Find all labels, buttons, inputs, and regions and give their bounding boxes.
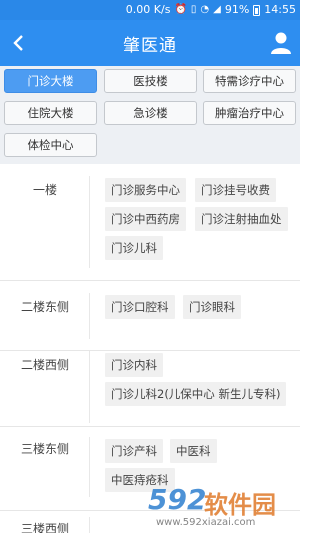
tab-physical-exam-center[interactable]: 体检中心 bbox=[4, 133, 97, 157]
tab-oncology-center[interactable]: 肿瘤治疗中心 bbox=[203, 101, 296, 125]
watermark-number: 592 bbox=[148, 483, 207, 516]
status-bar: 0.00 K/s ⏰ ▯ ◔ ◢ 91% 14:55 bbox=[0, 0, 300, 20]
user-profile-button[interactable] bbox=[270, 31, 292, 55]
tab-label: 医技楼 bbox=[133, 74, 168, 88]
watermark-url: www.592xiazai.com bbox=[156, 517, 256, 528]
department-chip[interactable]: 门诊挂号收费 bbox=[195, 178, 276, 202]
floor-label: 三楼东侧 bbox=[20, 442, 69, 456]
alarm-icon: ⏰ bbox=[174, 4, 187, 15]
tab-special-care-center[interactable]: 特需诊疗中心 bbox=[203, 69, 296, 93]
tab-medical-tech-building[interactable]: 医技楼 bbox=[104, 69, 197, 93]
chevron-left-icon bbox=[13, 35, 23, 51]
department-chip[interactable]: 门诊注射抽血处 bbox=[195, 207, 288, 231]
floor-label: 二楼东侧 bbox=[20, 300, 69, 314]
department-chip[interactable]: 门诊眼科 bbox=[183, 295, 241, 319]
app-bar: 肇医通 bbox=[0, 20, 300, 66]
user-icon bbox=[271, 32, 291, 54]
department-chip[interactable]: 门诊产科 bbox=[105, 439, 163, 463]
divider bbox=[89, 176, 90, 268]
divider bbox=[89, 293, 90, 339]
floor-row: 一楼 门诊服务中心 门诊挂号收费 门诊中西药房 门诊注射抽血处 门诊儿科 bbox=[0, 164, 300, 280]
floor-list[interactable]: 一楼 门诊服务中心 门诊挂号收费 门诊中西药房 门诊注射抽血处 门诊儿科 二楼东… bbox=[0, 164, 300, 533]
signal-icon: ◢ bbox=[213, 4, 221, 15]
divider bbox=[89, 437, 90, 497]
tab-label: 特需诊疗中心 bbox=[215, 74, 284, 88]
floor-label: 三楼西侧 bbox=[20, 522, 69, 533]
watermark-logo: 592 软件园 www.592xiazai.com bbox=[148, 483, 298, 531]
department-chip[interactable]: 门诊中西药房 bbox=[105, 207, 186, 231]
clock: 14:55 bbox=[264, 3, 296, 16]
tab-label: 门诊大楼 bbox=[27, 74, 74, 88]
tab-label: 肿瘤治疗中心 bbox=[215, 106, 284, 120]
floor-row: 二楼西侧 门诊内科 门诊儿科2(儿保中心 新生儿专科) bbox=[0, 350, 300, 436]
battery-percent: 91% bbox=[224, 3, 250, 16]
department-chip[interactable]: 门诊内科 bbox=[105, 353, 163, 377]
tab-outpatient-building[interactable]: 门诊大楼 bbox=[4, 69, 97, 93]
wifi-icon: ◔ bbox=[200, 4, 210, 15]
department-chip[interactable]: 门诊服务中心 bbox=[105, 178, 186, 202]
building-tabs: 门诊大楼 医技楼 特需诊疗中心 住院大楼 急诊楼 肿瘤治疗中心 体检中心 bbox=[0, 66, 300, 164]
department-chip[interactable]: 中医科 bbox=[170, 439, 217, 463]
department-chip[interactable]: 门诊儿科2(儿保中心 新生儿专科) bbox=[105, 382, 287, 406]
battery-icon bbox=[253, 4, 261, 16]
page-title: 肇医通 bbox=[123, 35, 177, 56]
department-chip[interactable]: 门诊口腔科 bbox=[105, 295, 175, 319]
divider bbox=[89, 517, 90, 533]
floor-row: 二楼东侧 门诊口腔科 门诊眼科 bbox=[0, 280, 300, 350]
back-button[interactable] bbox=[6, 30, 30, 56]
network-speed: 0.00 K/s bbox=[125, 3, 171, 16]
floor-label: 二楼西侧 bbox=[20, 358, 69, 372]
department-chip[interactable]: 门诊儿科 bbox=[105, 236, 163, 260]
tab-label: 急诊楼 bbox=[133, 106, 168, 120]
tab-label: 住院大楼 bbox=[27, 106, 74, 120]
tab-label: 体检中心 bbox=[27, 138, 74, 152]
divider bbox=[89, 351, 90, 423]
tab-inpatient-building[interactable]: 住院大楼 bbox=[4, 101, 97, 125]
floor-label: 一楼 bbox=[32, 183, 57, 197]
watermark-text: 软件园 bbox=[204, 491, 276, 519]
tab-emergency-building[interactable]: 急诊楼 bbox=[104, 101, 197, 125]
vibrate-icon: ▯ bbox=[190, 4, 197, 15]
